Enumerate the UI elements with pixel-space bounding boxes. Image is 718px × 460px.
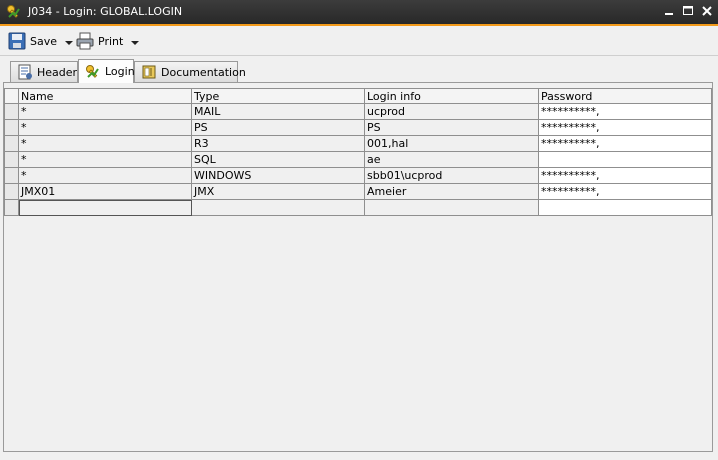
type-cell[interactable]: SQL (192, 152, 365, 168)
login-key-icon (85, 64, 101, 80)
print-button[interactable]: Print (76, 31, 140, 51)
password-cell[interactable]: **********, (539, 184, 712, 200)
login-info-cell[interactable]: Ameier (365, 184, 539, 200)
login-key-icon (6, 4, 22, 20)
type-cell[interactable]: MAIL (192, 104, 365, 120)
print-dropdown-icon[interactable] (131, 37, 140, 45)
row-selector[interactable] (4, 184, 19, 200)
row-selector[interactable] (4, 168, 19, 184)
name-cell[interactable]: * (19, 120, 192, 136)
login-info-cell[interactable]: ae (365, 152, 539, 168)
header-doc-icon (17, 64, 33, 80)
type-cell[interactable]: R3 (192, 136, 365, 152)
login-info-cell[interactable]: sbb01\ucprod (365, 168, 539, 184)
type-cell[interactable]: WINDOWS (192, 168, 365, 184)
printer-icon (76, 32, 94, 50)
row-selector[interactable] (4, 200, 19, 216)
maximize-icon[interactable] (681, 4, 695, 18)
column-header-type[interactable]: Type (192, 88, 365, 104)
save-dropdown-icon[interactable] (65, 37, 74, 45)
password-cell[interactable] (539, 200, 712, 216)
password-cell[interactable]: **********, (539, 120, 712, 136)
type-cell[interactable]: PS (192, 120, 365, 136)
tab-header-label: Header (37, 65, 78, 79)
name-cell[interactable]: * (19, 168, 192, 184)
login-info-cell[interactable]: ucprod (365, 104, 539, 120)
row-selector[interactable] (4, 104, 19, 120)
type-cell[interactable]: JMX (192, 184, 365, 200)
book-icon (141, 64, 157, 80)
row-selector[interactable] (4, 120, 19, 136)
login-window: J034 - Login: GLOBAL.LOGIN Save Print He… (0, 0, 718, 460)
tab-documentation[interactable]: Documentation (134, 61, 246, 82)
column-header-login-info[interactable]: Login info (365, 88, 539, 104)
row-selector[interactable] (4, 136, 19, 152)
password-cell[interactable]: **********, (539, 168, 712, 184)
type-cell[interactable] (192, 200, 365, 216)
print-label: Print (98, 34, 124, 48)
column-header-password[interactable]: Password (539, 88, 712, 104)
row-selector-header[interactable] (4, 88, 19, 104)
toolbar: Save Print (0, 28, 718, 54)
login-info-cell[interactable]: 001,hal (365, 136, 539, 152)
password-cell[interactable]: **********, (539, 104, 712, 120)
row-selector[interactable] (4, 152, 19, 168)
save-icon (8, 32, 26, 50)
save-button[interactable]: Save (8, 31, 74, 51)
title-bar[interactable]: J034 - Login: GLOBAL.LOGIN (0, 0, 718, 26)
window-title: J034 - Login: GLOBAL.LOGIN (28, 5, 183, 18)
minimize-icon[interactable] (662, 4, 676, 18)
password-cell[interactable] (539, 152, 712, 168)
name-cell[interactable]: JMX01 (19, 184, 192, 200)
toolbar-divider (0, 55, 718, 56)
name-cell[interactable]: * (19, 104, 192, 120)
tab-login[interactable]: Login (78, 59, 135, 83)
name-cell[interactable] (19, 200, 192, 216)
tab-header[interactable]: Header (10, 61, 78, 82)
tab-documentation-label: Documentation (161, 65, 246, 79)
close-icon[interactable] (700, 4, 714, 18)
save-label: Save (30, 34, 58, 48)
password-cell[interactable]: **********, (539, 136, 712, 152)
name-cell[interactable]: * (19, 152, 192, 168)
login-info-cell[interactable]: PS (365, 120, 539, 136)
login-info-cell[interactable] (365, 200, 539, 216)
name-cell[interactable]: * (19, 136, 192, 152)
column-header-name[interactable]: Name (19, 88, 192, 104)
tab-login-label: Login (105, 65, 135, 78)
